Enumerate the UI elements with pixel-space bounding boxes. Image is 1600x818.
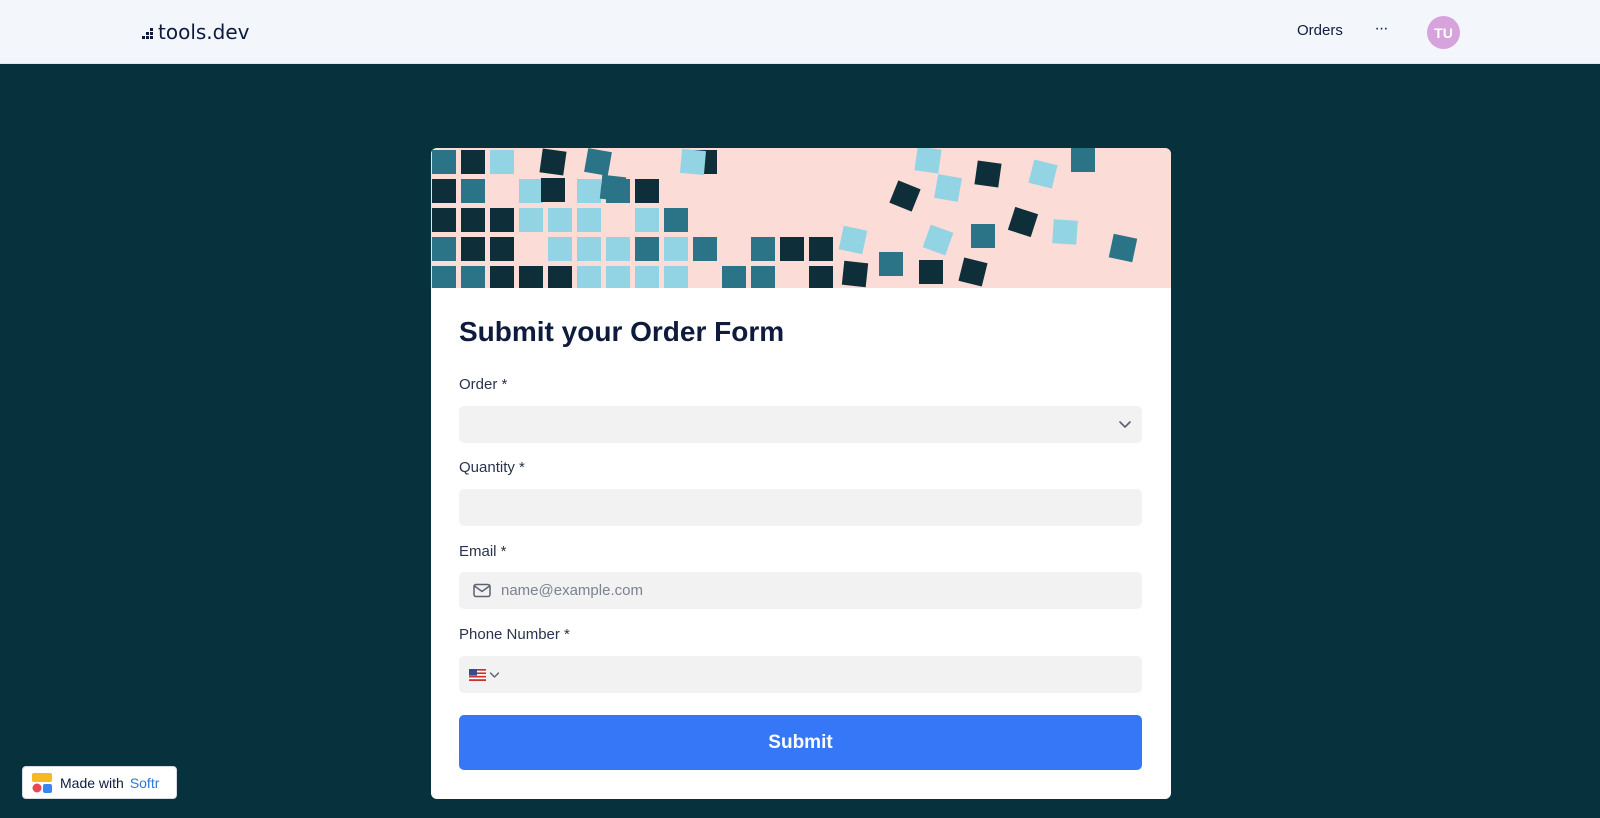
banner-square	[974, 160, 1002, 188]
banner-square	[519, 179, 543, 203]
banner-square	[519, 208, 543, 232]
made-with-text: Made with	[60, 774, 124, 791]
top-navbar: tools.dev Orders ··· TU	[0, 0, 1600, 64]
banner-square	[722, 266, 746, 288]
banner-square	[809, 237, 833, 261]
banner-square	[635, 208, 659, 232]
banner-square	[548, 237, 572, 261]
banner-square	[577, 266, 601, 288]
banner-square	[461, 266, 485, 288]
banner-square	[635, 266, 659, 288]
banner-square	[919, 260, 943, 284]
banner-square	[679, 148, 707, 176]
banner-square	[809, 266, 833, 288]
banner-square	[1071, 148, 1095, 172]
order-select[interactable]	[459, 406, 1142, 443]
banner-square	[577, 237, 601, 261]
quantity-label: Quantity *	[459, 459, 525, 476]
form-banner-image	[431, 148, 1171, 288]
banner-square	[432, 150, 456, 174]
email-placeholder: name@example.com	[501, 582, 643, 599]
banner-square	[490, 266, 514, 288]
user-avatar[interactable]: TU	[1427, 16, 1460, 49]
banner-square	[432, 208, 456, 232]
more-menu-button[interactable]: ···	[1370, 18, 1392, 40]
softr-logo-icon	[32, 772, 52, 793]
banner-square	[461, 150, 485, 174]
banner-square	[577, 179, 601, 203]
phone-label: Phone Number *	[459, 626, 570, 643]
banner-square	[635, 179, 659, 203]
ellipsis-icon: ···	[1374, 20, 1389, 37]
decorative-squares-graphic	[432, 148, 1138, 288]
banner-square	[780, 237, 804, 261]
banner-square	[519, 266, 543, 288]
banner-square	[577, 208, 601, 232]
banner-square	[461, 237, 485, 261]
quantity-input[interactable]	[459, 489, 1142, 526]
banner-square	[539, 148, 567, 176]
banner-square	[841, 260, 869, 288]
banner-square	[1028, 159, 1058, 189]
banner-square	[922, 224, 954, 256]
banner-square	[664, 266, 688, 288]
banner-square	[971, 224, 995, 248]
banner-square	[635, 237, 659, 261]
site-logo[interactable]: tools.dev	[142, 19, 249, 45]
banner-square	[606, 237, 630, 261]
logo-text: tools.dev	[158, 20, 250, 44]
banner-square	[606, 266, 630, 288]
banner-square	[838, 225, 868, 255]
banner-square	[664, 208, 688, 232]
made-with-softr-badge[interactable]: Made with Softr	[22, 766, 177, 799]
banner-square	[664, 237, 688, 261]
logo-icon	[142, 28, 156, 42]
banner-square	[1007, 206, 1039, 238]
banner-square	[958, 257, 988, 287]
banner-square	[889, 180, 921, 212]
banner-square	[693, 237, 717, 261]
email-input[interactable]: name@example.com	[459, 572, 1142, 609]
banner-square	[432, 179, 456, 203]
banner-square	[584, 148, 612, 176]
banner-square	[914, 148, 942, 174]
country-chevron-down-icon[interactable]	[489, 670, 500, 680]
banner-square	[548, 266, 572, 288]
banner-square	[751, 266, 775, 288]
banner-square	[490, 208, 514, 232]
submit-button[interactable]: Submit	[459, 715, 1142, 770]
nav-link-orders[interactable]: Orders	[1297, 22, 1343, 39]
banner-square	[1052, 219, 1078, 245]
form-title: Submit your Order Form	[459, 316, 785, 347]
banner-square	[461, 179, 485, 203]
banner-square	[599, 174, 627, 202]
banner-square	[751, 237, 775, 261]
banner-square	[879, 252, 903, 276]
banner-square	[432, 266, 456, 288]
softr-brand-text: Softr	[129, 774, 160, 791]
banner-square	[541, 178, 565, 202]
banner-square	[461, 208, 485, 232]
order-label: Order *	[459, 376, 508, 393]
chevron-down-icon	[1119, 421, 1131, 428]
banner-square	[548, 208, 572, 232]
banner-square	[432, 237, 456, 261]
phone-input[interactable]	[459, 656, 1142, 693]
banner-square	[1108, 233, 1138, 263]
mail-icon	[473, 583, 491, 598]
banner-square	[490, 237, 514, 261]
us-flag-icon[interactable]	[469, 669, 486, 681]
order-form-card: Submit your Order Form Order * Quantity …	[431, 148, 1171, 799]
banner-square	[490, 150, 514, 174]
email-label: Email *	[459, 543, 507, 560]
banner-square	[934, 174, 962, 202]
